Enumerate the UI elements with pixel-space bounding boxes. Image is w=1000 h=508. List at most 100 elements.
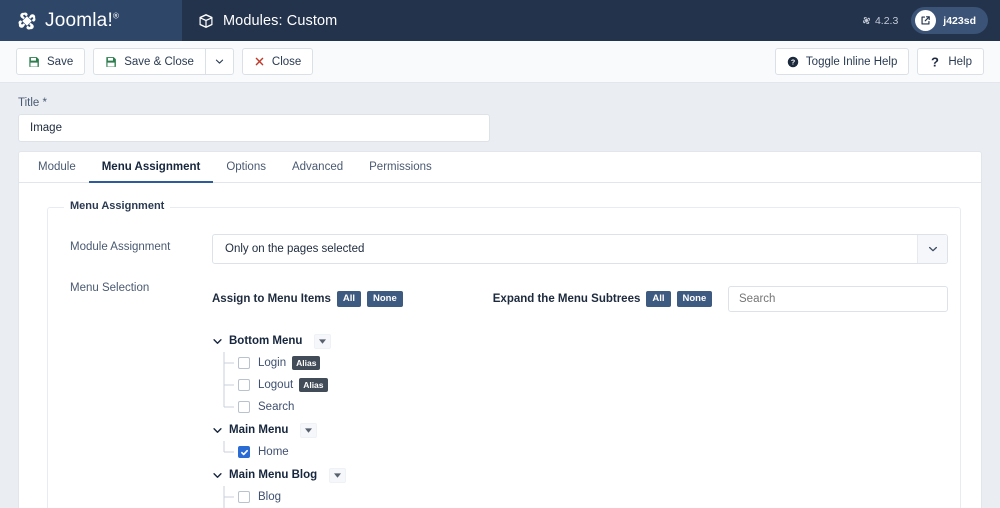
module-assignment-select[interactable]: Only on the pages selected: [212, 234, 948, 264]
brand-registered: ®: [112, 11, 120, 21]
menu-tree-item-search[interactable]: Search: [212, 396, 948, 418]
app-header: Joomla!® Modules: Custom 4.2.3 j423sd: [0, 0, 1000, 41]
external-link-icon: [915, 10, 937, 31]
site-name-label: j423sd: [943, 14, 976, 27]
save-options-dropdown-button[interactable]: [204, 48, 234, 75]
header-right: Modules: Custom 4.2.3 j423sd: [182, 0, 1000, 41]
floppy-disk-icon: [105, 56, 117, 68]
menu-item-label: Search: [258, 401, 295, 413]
close-icon: [254, 56, 265, 67]
toolbar-left-group: Save Save & Close Close: [16, 48, 314, 75]
title-field-group: Title *: [0, 83, 1000, 142]
preview-site-button[interactable]: j423sd: [911, 7, 988, 34]
question-mark-icon: ?: [929, 55, 941, 69]
help-button-label: Help: [948, 55, 972, 68]
tree-branch-icon: [223, 352, 234, 374]
tab-permissions[interactable]: Permissions: [356, 152, 445, 182]
save-close-split-button: Save & Close: [93, 48, 234, 75]
floppy-disk-icon: [28, 56, 40, 68]
joomla-mark-icon: [16, 10, 38, 32]
menu-item-checkbox[interactable]: [238, 401, 250, 413]
expand-subtrees-group: Expand the Menu Subtrees All None: [493, 291, 713, 307]
menu-group-header[interactable]: Main Menu Blog: [212, 464, 948, 486]
close-button[interactable]: Close: [241, 48, 314, 75]
menu-group-header[interactable]: Main Menu: [212, 419, 948, 441]
menu-tree-item-blog[interactable]: Blog: [212, 486, 948, 508]
tab-module[interactable]: Module: [25, 152, 89, 182]
tree-branch-icon: [223, 486, 234, 508]
menu-group-main-menu-blog: Main Menu Blog Blog: [212, 464, 948, 508]
help-button[interactable]: ? Help: [917, 48, 984, 75]
joomla-logo[interactable]: Joomla!®: [16, 10, 119, 32]
menu-item-checkbox[interactable]: [238, 379, 250, 391]
save-and-close-button[interactable]: Save & Close: [93, 48, 205, 75]
alias-badge: Alias: [292, 355, 321, 371]
assign-to-menu-items-label: Assign to Menu Items: [212, 293, 331, 305]
header-tools: 4.2.3 j423sd: [862, 7, 988, 34]
search-input[interactable]: [728, 286, 948, 312]
menu-group-main-menu: Main Menu Home: [212, 419, 948, 463]
menu-tree-item-home[interactable]: Home: [212, 441, 948, 463]
tab-menu-assignment[interactable]: Menu Assignment: [88, 152, 214, 183]
menu-tree-item-logout[interactable]: Logout Alias: [212, 374, 948, 396]
module-assignment-row: Module Assignment Only on the pages sele…: [60, 230, 948, 268]
page-body: Title * Module Menu Assignment Options A…: [0, 83, 1000, 508]
toggle-inline-help-button[interactable]: ? Toggle Inline Help: [774, 48, 910, 75]
assign-all-button[interactable]: All: [336, 291, 361, 307]
svg-text:?: ?: [791, 58, 795, 66]
menu-selection-control: Assign to Menu Items All None Expand the…: [212, 280, 948, 508]
toggle-inline-help-label: Toggle Inline Help: [805, 55, 898, 68]
fieldset-legend: Menu Assignment: [64, 200, 171, 212]
tab-advanced[interactable]: Advanced: [279, 152, 356, 182]
save-button[interactable]: Save: [16, 48, 86, 75]
assign-none-button[interactable]: None: [367, 291, 403, 307]
tree-branch-icon: [223, 441, 234, 453]
menu-group-dropdown-button[interactable]: [314, 333, 332, 349]
title-field-label: Title *: [18, 97, 47, 109]
menu-item-label: Logout: [258, 379, 294, 391]
tab-options[interactable]: Options: [213, 152, 279, 182]
brand-area[interactable]: Joomla!®: [0, 0, 182, 41]
save-and-close-button-label: Save & Close: [124, 55, 194, 68]
module-assignment-value: Only on the pages selected: [225, 243, 365, 255]
menu-item-label: Login: [258, 357, 287, 369]
expand-all-button[interactable]: All: [646, 291, 671, 307]
menu-group-name: Bottom Menu: [229, 335, 303, 347]
module-assignment-label: Module Assignment: [70, 241, 171, 253]
chevron-down-icon[interactable]: [212, 336, 223, 347]
svg-text:?: ?: [931, 55, 939, 69]
menu-item-label: Home: [258, 446, 289, 458]
version-indicator: 4.2.3: [862, 15, 898, 27]
menu-assignment-fieldset: Menu Assignment Module Assignment Only o…: [47, 200, 961, 508]
edit-panel: Module Menu Assignment Options Advanced …: [18, 151, 982, 508]
tree-branch-icon: [223, 396, 234, 408]
menu-item-checkbox[interactable]: [238, 357, 250, 369]
chevron-down-icon[interactable]: [917, 235, 947, 263]
toolbar-right-group: ? Toggle Inline Help ? Help: [774, 48, 984, 75]
menu-tree-item-login[interactable]: Login Alias: [212, 352, 948, 374]
page-title: Modules: Custom: [223, 12, 338, 29]
menu-group-name: Main Menu Blog: [229, 469, 318, 481]
menu-tree: Bottom Menu Login Alias Logout Alias Sea…: [212, 312, 948, 508]
tree-branch-icon: [223, 374, 234, 396]
toolbar: Save Save & Close Close ? Toggle Inline …: [0, 41, 1000, 83]
menu-group-dropdown-button[interactable]: [300, 422, 318, 438]
page-title-wrap: Modules: Custom: [198, 13, 337, 29]
menu-group-dropdown-button[interactable]: [329, 467, 347, 483]
expand-subtrees-label: Expand the Menu Subtrees: [492, 293, 641, 305]
title-input[interactable]: [18, 114, 490, 142]
expand-none-button[interactable]: None: [676, 291, 713, 307]
version-number: 4.2.3: [874, 14, 899, 27]
menu-selection-row: Menu Selection Assign to Menu Items All …: [60, 268, 948, 508]
menu-group-header[interactable]: Bottom Menu: [212, 330, 948, 352]
chevron-down-icon[interactable]: [212, 425, 223, 436]
menu-item-checkbox[interactable]: [238, 446, 250, 458]
question-circle-icon: ?: [787, 56, 799, 68]
close-button-label: Close: [271, 55, 302, 68]
menu-selection-label: Menu Selection: [70, 282, 150, 294]
menu-item-label: Blog: [258, 491, 282, 503]
menu-item-checkbox[interactable]: [238, 491, 250, 503]
cube-icon: [198, 13, 214, 29]
search-area: [728, 286, 948, 312]
chevron-down-icon[interactable]: [212, 470, 223, 481]
